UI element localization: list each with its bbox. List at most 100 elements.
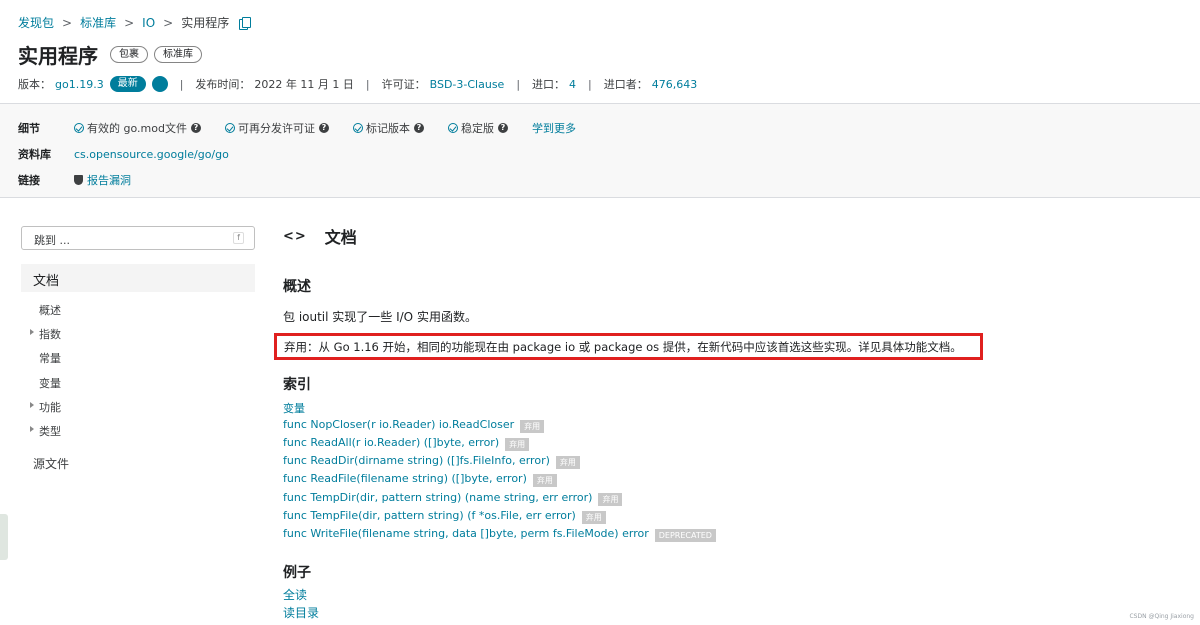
deprecated-tag: 弃用 bbox=[581, 511, 606, 524]
example-readall-link[interactable]: 全读 bbox=[283, 586, 307, 603]
published-date: 2022 年 11 月 1 日 bbox=[254, 78, 354, 91]
breadcrumb-separator: > bbox=[163, 15, 174, 30]
sidebar-item-types-label: 类型 bbox=[39, 425, 61, 438]
detail-gomod: 有效的 go.mod文件 ? bbox=[74, 120, 201, 136]
sidebar-item-source-files[interactable]: 源文件 bbox=[33, 455, 69, 472]
check-circle-icon bbox=[224, 123, 235, 133]
breadcrumb-io[interactable]: IO bbox=[142, 16, 155, 30]
shortcut-key: f bbox=[233, 232, 244, 244]
repo-row: 资料库 cs.opensource.google/go/go bbox=[18, 146, 229, 162]
func-readdir-link[interactable]: func ReadDir(dirname string) ([]fs.FileI… bbox=[283, 454, 550, 467]
chip-package: 包裹 bbox=[110, 46, 148, 63]
documentation-heading: <> 文档 bbox=[283, 224, 357, 248]
imports-link[interactable]: 4 bbox=[569, 78, 576, 91]
sidebar-item-functions[interactable]: 功能 bbox=[30, 399, 61, 415]
license-label: 许可证： bbox=[381, 78, 426, 91]
func-readfile-link[interactable]: func ReadFile(filename string) ([]byte, … bbox=[283, 472, 527, 485]
deprecated-tag: 弃用 bbox=[555, 456, 580, 469]
license-link[interactable]: BSD-3-Clause bbox=[430, 78, 505, 91]
help-icon[interactable]: ? bbox=[497, 123, 508, 133]
package-header: 发现包 > 标准库 > IO > 实用程序 实用程序 包裹 标准库 版本： go… bbox=[0, 0, 1200, 104]
breadcrumb-separator: > bbox=[124, 15, 135, 30]
sidebar-item-functions-label: 功能 bbox=[39, 401, 61, 414]
func-tempdir-link[interactable]: func TempDir(dir, pattern string) (name … bbox=[283, 491, 592, 504]
check-circle-icon bbox=[352, 123, 363, 133]
overview-text: 包 ioutil 实现了一些 I/O 实用函数。 bbox=[283, 310, 477, 324]
check-circle-icon bbox=[447, 123, 458, 133]
breadcrumb-stdlib[interactable]: 标准库 bbox=[80, 14, 116, 31]
index-variables-link[interactable]: 变量 bbox=[283, 400, 305, 416]
chip-stdlib: 标准库 bbox=[154, 46, 202, 63]
version-status-icon[interactable] bbox=[151, 76, 168, 92]
sidebar-item-variables[interactable]: 变量 bbox=[39, 375, 61, 391]
deprecation-notice: 弃用：从 Go 1.16 开始，相同的功能现在由 package io 或 pa… bbox=[274, 333, 983, 360]
index-func-item: func WriteFile(filename string, data []b… bbox=[283, 527, 716, 542]
chevron-right-icon[interactable] bbox=[30, 402, 34, 408]
detail-tagged-label: 标记版本 bbox=[365, 122, 410, 135]
report-vuln-link[interactable]: 报告漏洞 bbox=[87, 172, 131, 188]
watermark: CSDN @Qing Jiaxiong bbox=[1129, 613, 1194, 620]
help-icon[interactable]: ? bbox=[190, 123, 201, 133]
repo-link[interactable]: cs.opensource.google/go/go bbox=[74, 148, 229, 161]
links-row: 链接 报告漏洞 bbox=[18, 172, 131, 188]
sidebar-item-constants[interactable]: 常量 bbox=[39, 350, 61, 366]
index-func-item: func ReadFile(filename string) ([]byte, … bbox=[283, 472, 557, 487]
help-icon[interactable]: ? bbox=[318, 123, 329, 133]
sidebar-item-overview[interactable]: 概述 bbox=[39, 302, 61, 318]
detail-stable-label: 稳定版 bbox=[460, 122, 494, 135]
help-icon[interactable]: ? bbox=[413, 123, 424, 133]
copy-icon[interactable] bbox=[239, 16, 252, 30]
index-func-item: func ReadDir(dirname string) ([]fs.FileI… bbox=[283, 454, 580, 469]
deprecated-tag: DEPRECATED bbox=[654, 529, 716, 542]
index-heading: 索引 bbox=[283, 377, 311, 393]
meta-separator: | bbox=[179, 77, 184, 91]
importers-label: 进口者： bbox=[603, 78, 648, 91]
examples-heading: 例子 bbox=[283, 565, 311, 581]
latest-badge: 最新 bbox=[109, 76, 146, 92]
detail-gomod-label: 有效的 go.mod文件 bbox=[87, 122, 187, 135]
chevron-right-icon[interactable] bbox=[30, 329, 34, 335]
deprecated-tag: 弃用 bbox=[520, 420, 545, 433]
meta-separator: | bbox=[588, 77, 592, 91]
jump-to-placeholder: 跳到 ... bbox=[34, 234, 70, 247]
breadcrumb-discover[interactable]: 发现包 bbox=[18, 14, 54, 31]
func-writefile-link[interactable]: func WriteFile(filename string, data []b… bbox=[283, 527, 649, 540]
breadcrumb-current: 实用程序 bbox=[181, 16, 230, 30]
detail-license: 可再分发许可证 ? bbox=[224, 120, 329, 136]
meta-row: 版本： go1.19.3 最新 | 发布时间： 2022 年 11 月 1 日 … bbox=[18, 76, 697, 92]
code-icon: <> bbox=[283, 228, 307, 244]
sidebar-item-index-label: 指数 bbox=[39, 328, 61, 341]
overview-heading: 概述 bbox=[283, 279, 311, 295]
deprecated-tag: 弃用 bbox=[532, 474, 557, 487]
version-link[interactable]: go1.19.3 bbox=[55, 78, 104, 91]
jump-to-input[interactable]: 跳到 ... f bbox=[21, 226, 255, 250]
sidebar-item-types[interactable]: 类型 bbox=[30, 423, 61, 439]
title-row: 实用程序 包裹 标准库 bbox=[18, 40, 202, 69]
shield-icon bbox=[74, 175, 83, 185]
learn-more-link[interactable]: 学到更多 bbox=[532, 120, 576, 136]
side-drawer-handle[interactable] bbox=[0, 514, 8, 560]
published-label: 发布时间： bbox=[195, 78, 251, 91]
detail-stable: 稳定版 ? bbox=[447, 120, 508, 136]
details-label: 细节 bbox=[18, 122, 40, 135]
documentation-title: 文档 bbox=[324, 228, 357, 247]
imports-label: 进口： bbox=[532, 78, 566, 91]
index-func-item: func TempDir(dir, pattern string) (name … bbox=[283, 491, 623, 506]
meta-separator: | bbox=[365, 77, 370, 91]
sidebar-item-documentation[interactable]: 文档 bbox=[21, 264, 255, 292]
breadcrumb: 发现包 > 标准库 > IO > 实用程序 bbox=[18, 14, 252, 31]
index-func-item: func TempFile(dir, pattern string) (f *o… bbox=[283, 509, 606, 524]
func-tempfile-link[interactable]: func TempFile(dir, pattern string) (f *o… bbox=[283, 509, 576, 522]
chevron-right-icon[interactable] bbox=[30, 426, 34, 432]
breadcrumb-separator: > bbox=[62, 15, 73, 30]
func-readall-link[interactable]: func ReadAll(r io.Reader) ([]byte, error… bbox=[283, 436, 499, 449]
details-row: 细节 有效的 go.mod文件 ? 可再分发许可证 ? 标记版本 ? 稳定版 ?… bbox=[18, 120, 576, 136]
links-label: 链接 bbox=[18, 174, 40, 187]
example-readdir-link[interactable]: 读目录 bbox=[283, 604, 319, 621]
deprecated-tag: 弃用 bbox=[505, 438, 530, 451]
importers-link[interactable]: 476,643 bbox=[652, 78, 698, 91]
index-func-item: func NopCloser(r io.Reader) io.ReadClose… bbox=[283, 418, 545, 433]
sidebar-item-index[interactable]: 指数 bbox=[30, 326, 61, 342]
detail-license-label: 可再分发许可证 bbox=[237, 122, 315, 135]
func-nopcloser-link[interactable]: func NopCloser(r io.Reader) io.ReadClose… bbox=[283, 418, 514, 431]
